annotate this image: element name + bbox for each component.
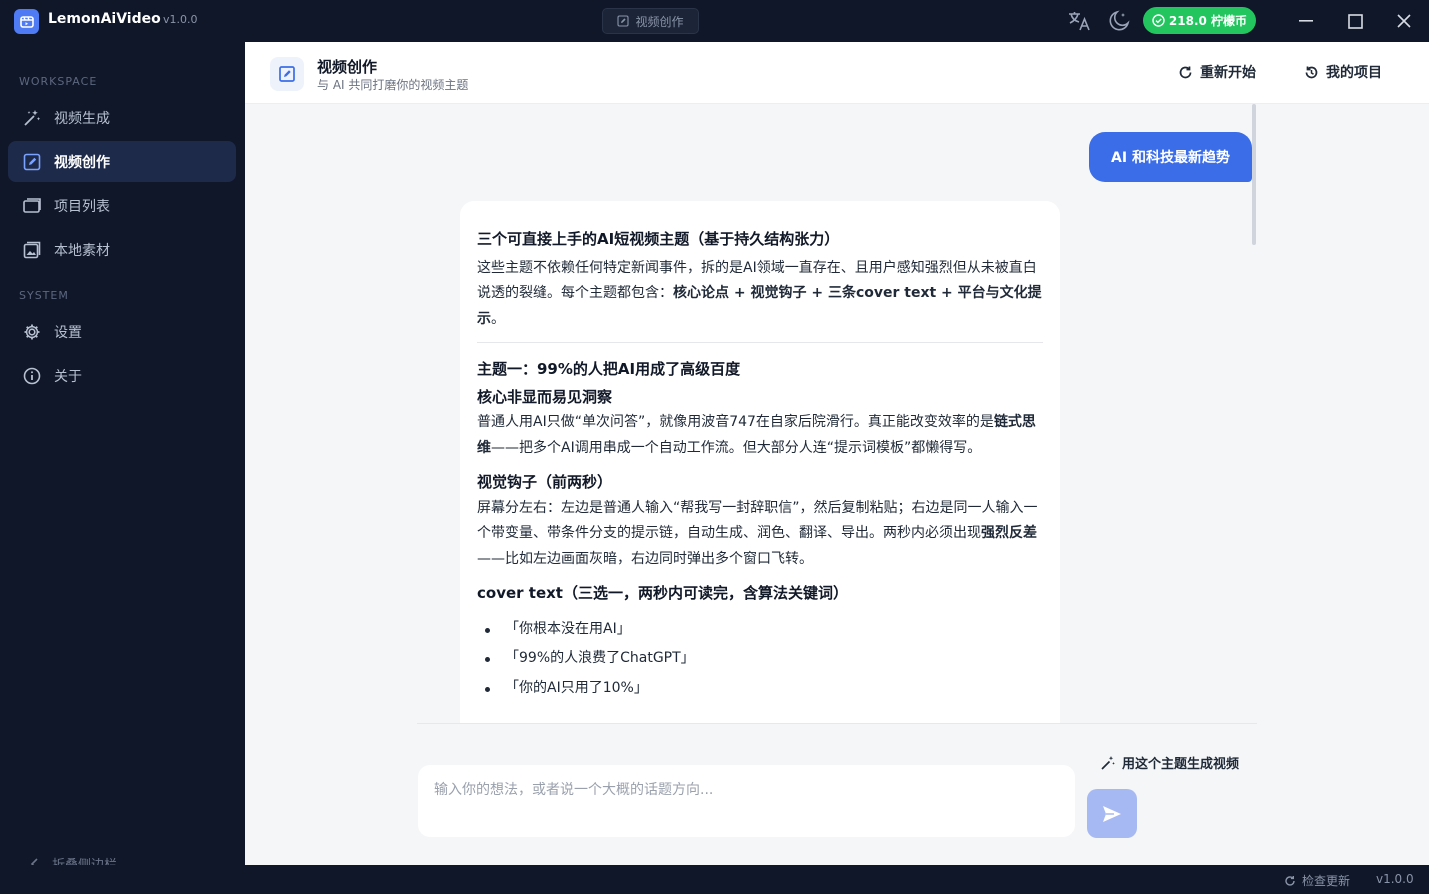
check-update-button[interactable]: 检查更新 [1284, 872, 1350, 889]
sidebar-item-about[interactable]: 关于 [8, 355, 236, 396]
message-input[interactable]: 输入你的想法，或者说一个大概的话题方向... [418, 765, 1075, 837]
list-item: 「99%的人浪费了ChatGPT」 [477, 644, 1043, 674]
moon-icon[interactable] [1106, 8, 1132, 34]
app-version: v1.0.0 [163, 13, 198, 26]
hook-paragraph: 屏幕分左右：左边是普通人输入“帮我写一封辞职信”，然后复制粘贴；右边是同一人输入… [477, 496, 1043, 573]
sidebar-item-label: 项目列表 [54, 198, 110, 215]
check-circle-icon [1152, 14, 1165, 27]
edit-square-icon [270, 57, 304, 91]
divider [477, 342, 1043, 343]
hook-heading: 视觉钩子（前两秒） [477, 473, 613, 491]
ai-response-title: 三个可直接上手的AI短视频主题（基于持久结构张力） [477, 230, 840, 248]
theme-one-title: 主题一：99%的人把AI用成了高级百度 [477, 360, 741, 378]
status-bar: 检查更新 v1.0.0 [0, 865, 1429, 894]
info-icon [23, 367, 41, 384]
insight-heading: 核心非显而易见洞察 [477, 387, 613, 406]
refresh-icon [1179, 66, 1192, 78]
intro-end: 。 [491, 310, 505, 327]
page-header: 视频创作 与 AI 共同打磨你的视频主题 重新开始 我的项目 [245, 42, 1429, 104]
sidebar-item-settings[interactable]: 设置 [8, 311, 236, 352]
magic-wand-icon [1101, 755, 1115, 770]
sidebar-item-label: 视频生成 [54, 110, 110, 127]
message-input-placeholder: 输入你的想法，或者说一个大概的话题方向... [434, 782, 714, 798]
my-projects-label: 我的项目 [1326, 65, 1382, 81]
hook-end: ——比如左边画面灰暗，右边同时弹出多个窗口飞转。 [477, 550, 813, 567]
sidebar-item-project-list[interactable]: 项目列表 [8, 185, 236, 226]
restart-label: 重新开始 [1200, 65, 1256, 81]
page-title: 视频创作 [317, 58, 378, 76]
generate-video-button[interactable]: 用这个主题生成视频 [1100, 753, 1239, 772]
sidebar-item-label: 本地素材 [54, 242, 110, 259]
insight-end: ——把多个AI调用串成一个自动工作流。但大部分人连“提示词模板”都懒得写。 [491, 439, 982, 456]
sidebar-item-label: 视频创作 [54, 154, 110, 171]
send-button[interactable] [1087, 789, 1137, 838]
main-area: 视频创作 与 AI 共同打磨你的视频主题 重新开始 我的项目 AI 和科技最新趋… [245, 42, 1429, 865]
history-icon [1305, 66, 1318, 78]
app-logo-icon [14, 9, 39, 34]
chat-scrollbar[interactable] [1252, 104, 1256, 245]
generate-video-label: 用这个主题生成视频 [1122, 757, 1240, 772]
chat-area[interactable]: AI 和科技最新趋势 三个可直接上手的AI短视频主题（基于持久结构张力） 这些主… [245, 104, 1429, 723]
image-icon [23, 241, 41, 258]
minimize-button[interactable] [1290, 6, 1322, 36]
ai-response-card: 三个可直接上手的AI短视频主题（基于持久结构张力） 这些主题不依赖任何特定新闻事… [460, 201, 1060, 723]
gear-icon [24, 324, 40, 339]
title-tab[interactable]: 视频创作 [602, 8, 699, 34]
cover-text-heading: cover text（三选一，两秒内可读完，含算法关键词） [477, 584, 848, 602]
close-button[interactable] [1388, 6, 1420, 36]
coin-balance: 218.0 柠檬币 [1168, 14, 1248, 28]
sidebar-item-video-create[interactable]: 视频创作 [8, 141, 236, 182]
hook-text: 屏幕分左右：左边是普通人输入“帮我写一封辞职信”，然后复制粘贴；右边是同一人输入… [477, 499, 1038, 542]
insight-text: 普通人用AI只做“单次问答”，就像用波音747在自家后院滑行。真正能改变效率的是 [477, 414, 994, 430]
magic-wand-icon [24, 109, 41, 126]
list-item: 「你的AI只用了10%」 [477, 674, 1043, 704]
edit-square-icon [23, 153, 41, 170]
workspace-section-label: WORKSPACE [19, 75, 98, 88]
send-icon [1103, 805, 1121, 822]
list-item: 「你根本没在用AI」 [477, 615, 1043, 645]
sidebar-item-local-assets[interactable]: 本地素材 [8, 229, 236, 270]
sidebar-item-label: 关于 [54, 368, 82, 385]
chat-divider [417, 723, 1257, 724]
system-section-label: SYSTEM [19, 289, 69, 302]
maximize-button[interactable] [1339, 6, 1371, 36]
status-version: v1.0.0 [1376, 872, 1414, 886]
check-update-label: 检查更新 [1302, 874, 1351, 888]
restart-button[interactable]: 重新开始 [1178, 62, 1256, 82]
coin-balance-badge[interactable]: 218.0 柠檬币 [1143, 7, 1256, 34]
ai-intro-paragraph: 这些主题不依赖任何特定新闻事件，拆的是AI领域一直存在、且用户感知强烈但从未被直… [477, 256, 1043, 333]
title-tab-label: 视频创作 [635, 14, 684, 29]
edit-square-icon [617, 15, 630, 27]
app-name: LemonAiVideo [48, 11, 161, 27]
translate-icon[interactable] [1066, 8, 1092, 34]
title-bar: LemonAiVideo v1.0.0 视频创作 218.0 柠檬币 [0, 0, 1429, 42]
folder-icon [23, 197, 41, 213]
cover-text-list: 「你根本没在用AI」 「99%的人浪费了ChatGPT」 「你的AI只用了10%… [477, 615, 1043, 704]
hook-bold: 强烈反差 [981, 525, 1037, 541]
sidebar: WORKSPACE 视频生成 视频创作 项目列表 本地素材 SYSTEM 设置 … [0, 42, 245, 873]
sidebar-item-video-generate[interactable]: 视频生成 [8, 97, 236, 138]
page-subtitle: 与 AI 共同打磨你的视频主题 [317, 78, 469, 92]
refresh-icon [1285, 875, 1295, 886]
sidebar-item-label: 设置 [54, 324, 82, 341]
insight-paragraph: 普通人用AI只做“单次问答”，就像用波音747在自家后院滑行。真正能改变效率的是… [477, 410, 1043, 461]
user-message-bubble: AI 和科技最新趋势 [1089, 132, 1252, 182]
my-projects-button[interactable]: 我的项目 [1304, 62, 1382, 82]
